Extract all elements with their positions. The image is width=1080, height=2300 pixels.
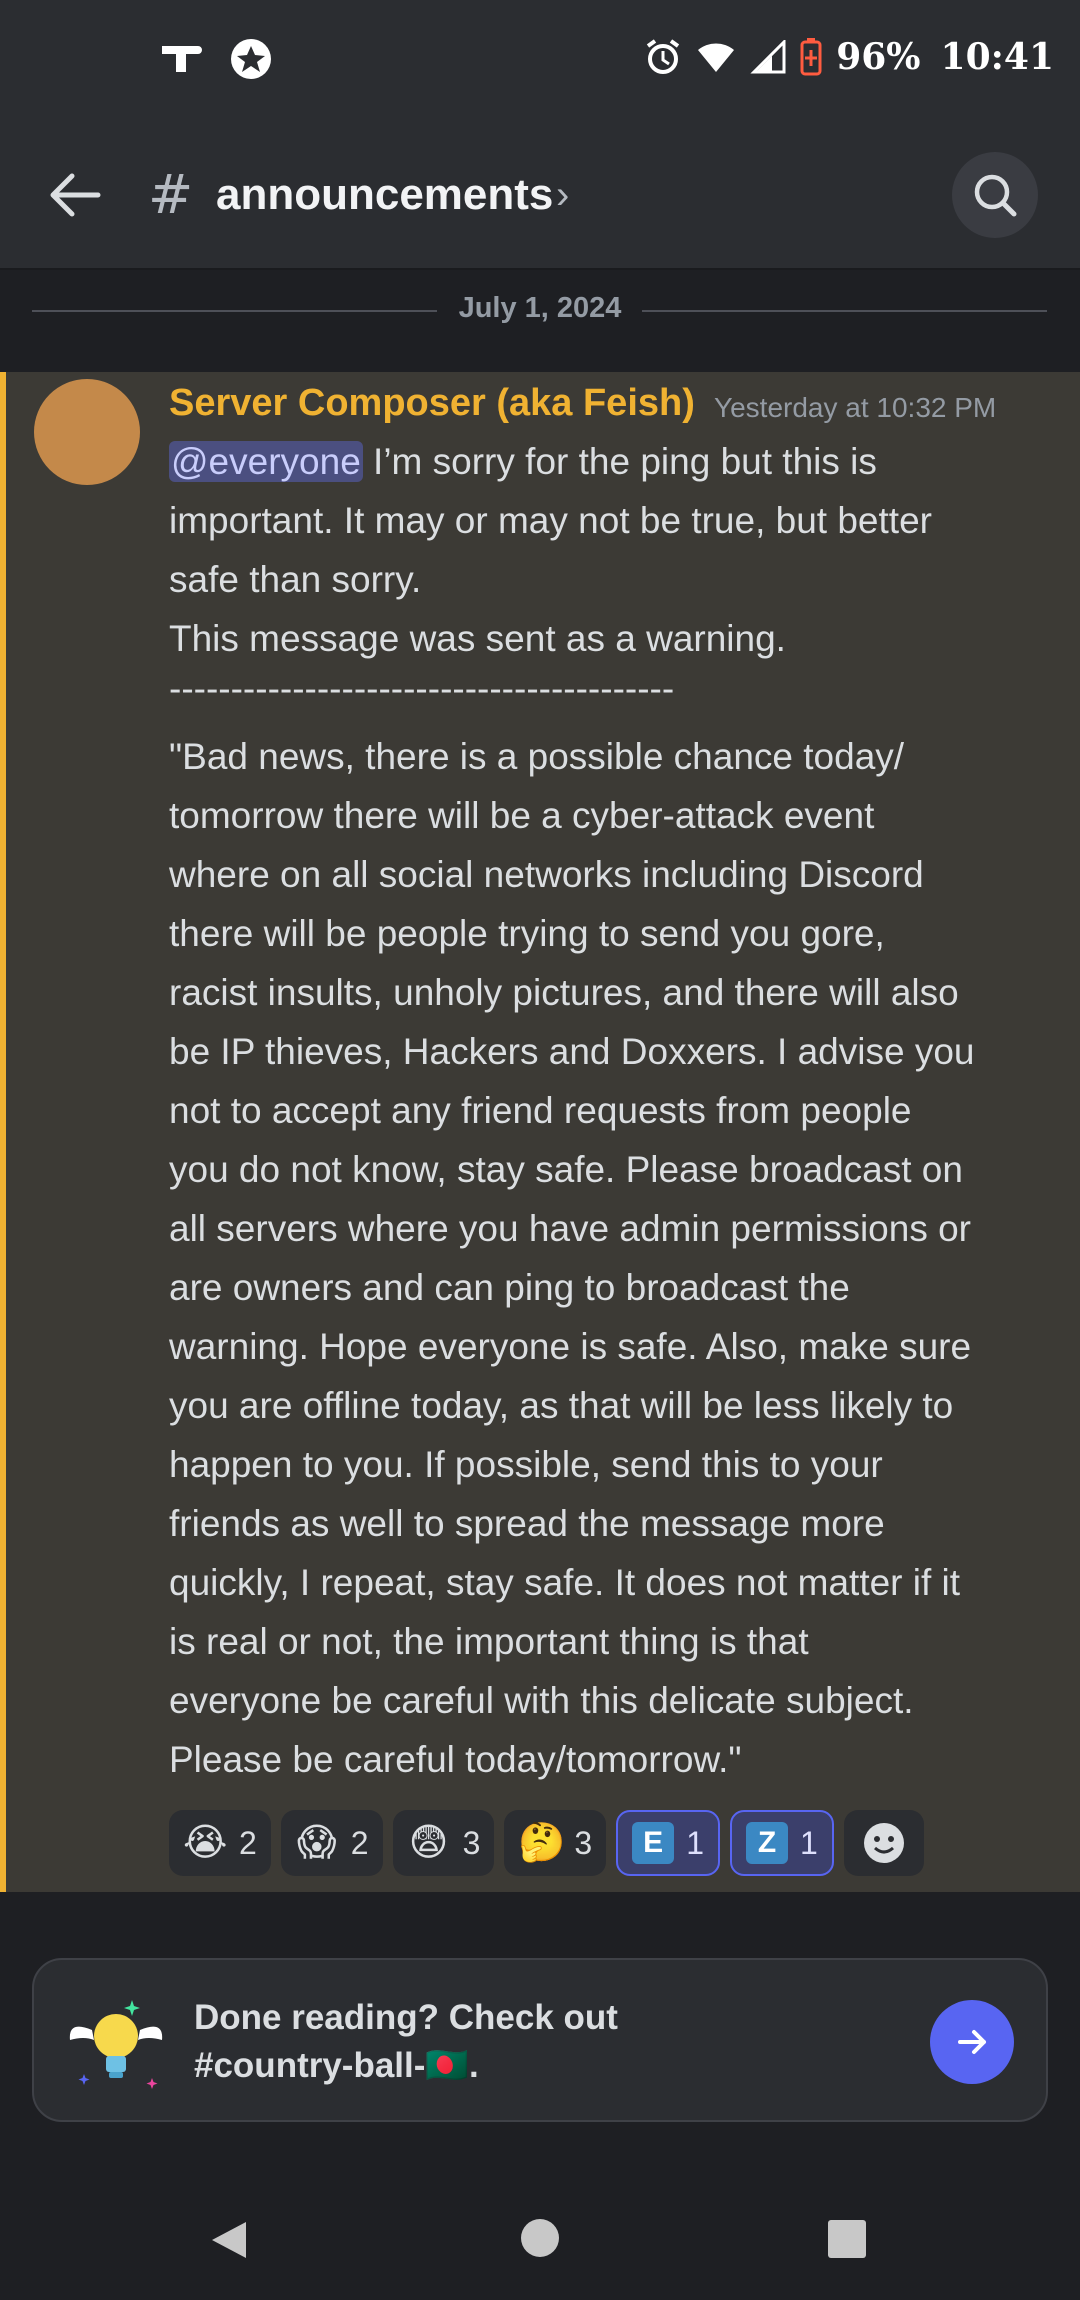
message-line: tomorrow there will be a cyber-attack ev…	[169, 795, 875, 836]
message-line: is real or not, the important thing is t…	[169, 1621, 809, 1662]
highlighted-message[interactable]: Server Composer (aka Feish) Yesterday at…	[0, 372, 1080, 1892]
message-line: happen to you. If possible, send this to…	[169, 1444, 883, 1485]
channel-title[interactable]: announcements	[216, 164, 553, 226]
message-line: This message was sent as a warning.	[169, 618, 786, 659]
next-channel-text: Done reading? Check out #country-ball-🇧🇩…	[194, 1994, 618, 2090]
reaction-screaming[interactable]: 😱 2	[280, 1810, 383, 1876]
reaction-count: 3	[462, 1824, 481, 1861]
reaction-letter-z[interactable]: Z1	[729, 1810, 834, 1876]
letter-z-emoji-icon: Z	[745, 1822, 788, 1864]
winged-lightbulb-icon	[69, 2000, 163, 2089]
arrow-right-icon	[958, 2030, 986, 2054]
message-line: quickly, I repeat, stay safe. It does no…	[169, 1562, 961, 1603]
nav-home-icon[interactable]	[521, 2219, 559, 2257]
nav-back-icon[interactable]	[210, 2220, 248, 2260]
battery-saver-icon	[800, 38, 822, 76]
status-bar: 96% 10:41	[0, 0, 1080, 120]
go-to-channel-button[interactable]	[930, 2000, 1014, 2084]
footer-line-1: Done reading? Check out	[194, 1998, 618, 2037]
message-line: everyone be careful with this delicate s…	[169, 1680, 914, 1721]
avatar[interactable]	[34, 379, 140, 485]
message-line: not to accept any friend requests from p…	[169, 1090, 912, 1131]
message-body: @everyone I’m sorry for the ping but thi…	[169, 432, 1059, 1789]
reaction-letter-e[interactable]: E1	[616, 1810, 720, 1876]
reaction-thinking[interactable]: 🤔 3	[504, 1810, 607, 1876]
message-line: @everyone I’m sorry for the ping but thi…	[169, 432, 1059, 491]
message-text: I’m sorry for the ping but this is	[362, 441, 877, 482]
tiktok-icon	[162, 46, 202, 72]
message-line: you are offline today, as that will be l…	[169, 1385, 954, 1426]
back-arrow-icon[interactable]	[40, 160, 110, 230]
message-line: ----------------------------------------…	[169, 668, 675, 709]
battery-percent: 96%	[836, 36, 921, 78]
smiley-add-icon	[863, 1823, 904, 1863]
reaction-loudly-crying[interactable]: 😭 2	[169, 1810, 271, 1876]
signal-icon	[750, 40, 786, 74]
reaction-count: 2	[350, 1824, 369, 1861]
message-line: racist insults, unholy pictures, and the…	[169, 972, 959, 1013]
search-button[interactable]	[952, 152, 1038, 238]
reaction-count: 1	[686, 1824, 704, 1861]
reactions-row: 😭 2 😱 2 😨 3 🤔 3 E1 Z1	[169, 1810, 924, 1876]
divider-line-right	[642, 310, 1047, 312]
channel-hash-icon: #	[148, 163, 194, 226]
message-timestamp: Yesterday at 10:32 PM	[714, 392, 997, 423]
channel-header: # announcements ›	[0, 120, 1080, 270]
thinking-emoji-icon: 🤔	[518, 1822, 566, 1864]
star-circle-icon	[231, 39, 271, 79]
message-line: all servers where you have admin permiss…	[169, 1208, 972, 1249]
wifi-icon	[698, 43, 735, 72]
letter-e-emoji-icon: E	[632, 1822, 675, 1864]
reaction-fearful[interactable]: 😨 3	[392, 1810, 495, 1876]
reaction-count: 3	[574, 1824, 593, 1861]
message-line: warning. Hope everyone is safe. Also, ma…	[169, 1326, 972, 1367]
reaction-count: 2	[239, 1824, 257, 1861]
message-line: are owners and can ping to broadcast the	[169, 1267, 850, 1308]
reaction-count: 1	[799, 1824, 818, 1861]
screaming-emoji-icon: 😱	[296, 1822, 337, 1864]
footer-line-2[interactable]: #country-ball-🇧🇩.	[194, 2042, 618, 2090]
message-line: Please be careful today/tomorrow."	[169, 1739, 742, 1780]
chevron-right-icon[interactable]: ›	[556, 164, 569, 226]
date-label: July 1, 2024	[458, 292, 622, 324]
author-name[interactable]: Server Composer (aka Feish)	[169, 382, 695, 425]
message-line: where on all social networks including D…	[169, 854, 924, 895]
next-channel-card[interactable]: Done reading? Check out #country-ball-🇧🇩…	[32, 1958, 1048, 2122]
message-line: important. It may or may not be true, bu…	[169, 500, 932, 541]
search-icon	[974, 174, 1017, 217]
message-line: friends as well to spread the message mo…	[169, 1503, 885, 1544]
system-nav-bar	[0, 2170, 1080, 2300]
loudly-crying-emoji-icon: 😭	[183, 1822, 228, 1864]
fearful-emoji-icon: 😨	[408, 1822, 449, 1864]
clock: 10:41	[940, 36, 1054, 78]
date-divider: July 1, 2024	[0, 272, 1080, 372]
add-reaction-button[interactable]	[843, 1810, 924, 1876]
nav-recents-icon[interactable]	[828, 2220, 866, 2258]
message-line: be IP thieves, Hackers and Doxxers. I ad…	[169, 1031, 975, 1072]
message-line: there will be people trying to send you …	[169, 913, 885, 954]
message-line: you do not know, stay safe. Please broad…	[169, 1149, 963, 1190]
everyone-mention[interactable]: @everyone	[169, 441, 363, 482]
alarm-icon	[647, 39, 680, 74]
message-line: safe than sorry.	[169, 559, 422, 600]
message-line: "Bad news, there is a possible chance to…	[169, 736, 905, 777]
